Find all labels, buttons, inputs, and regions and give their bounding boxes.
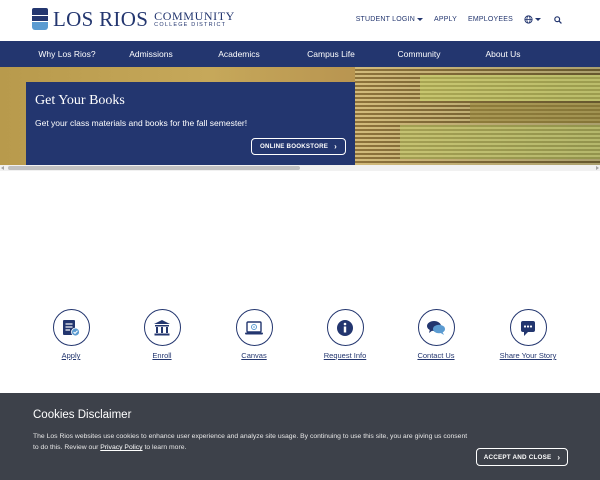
quick-link-share-your-story[interactable]: Share Your Story bbox=[488, 309, 568, 360]
hero-subtitle: Get your class materials and books for t… bbox=[35, 118, 248, 128]
quick-link-canvas[interactable]: Canvas bbox=[214, 309, 294, 360]
scroll-left-icon[interactable] bbox=[1, 166, 4, 170]
globe-icon bbox=[524, 15, 533, 24]
hero-panel: Get Your Books Get your class materials … bbox=[26, 82, 355, 165]
scroll-right-icon[interactable] bbox=[596, 166, 599, 170]
site-header: LOS RIOS COMMUNITY COLLEGE DISTRICT STUD… bbox=[0, 0, 600, 41]
site-logo[interactable]: LOS RIOS COMMUNITY COLLEGE DISTRICT bbox=[32, 8, 235, 30]
employees-link[interactable]: EMPLOYEES bbox=[468, 16, 513, 23]
nav-item-about-us[interactable]: About Us bbox=[467, 41, 539, 67]
logo-mark-icon bbox=[32, 8, 48, 30]
logo-community: COMMUNITY bbox=[154, 8, 235, 23]
hero-title: Get Your Books bbox=[35, 93, 125, 108]
institution-building-icon bbox=[154, 319, 170, 335]
search-button[interactable] bbox=[554, 15, 562, 24]
chevron-right-icon: › bbox=[334, 142, 337, 151]
caret-down-icon bbox=[535, 18, 541, 21]
quick-link-contact-us[interactable]: Contact Us bbox=[396, 309, 476, 360]
main-nav-items: Why Los Rios? Admissions Academics Campu… bbox=[0, 41, 600, 67]
student-login-dropdown[interactable]: STUDENT LOGIN bbox=[356, 16, 423, 23]
cookie-text: The Los Rios websites use cookies to enh… bbox=[33, 433, 468, 451]
caret-down-icon bbox=[416, 17, 423, 21]
utility-nav: STUDENT LOGIN APPLY EMPLOYEES bbox=[345, 15, 562, 24]
accept-and-close-button[interactable]: ACCEPT AND CLOSE › bbox=[476, 448, 568, 466]
online-bookstore-button[interactable]: ONLINE BOOKSTORE › bbox=[251, 138, 346, 155]
quick-link-label: Contact Us bbox=[417, 351, 455, 360]
privacy-policy-link[interactable]: Privacy Policy bbox=[100, 444, 142, 451]
apply-link[interactable]: APPLY bbox=[434, 16, 457, 23]
quick-link-enroll[interactable]: Enroll bbox=[122, 309, 202, 360]
quick-link-apply[interactable]: Apply bbox=[31, 309, 111, 360]
quick-link-label: Request Info bbox=[323, 351, 367, 360]
nav-item-community[interactable]: Community bbox=[382, 41, 456, 67]
nav-item-campus-life[interactable]: Campus Life bbox=[293, 41, 369, 67]
logo-wordmark: LOS RIOS bbox=[53, 7, 149, 31]
language-dropdown[interactable] bbox=[524, 15, 541, 24]
message-icon bbox=[521, 320, 535, 336]
search-icon bbox=[554, 15, 562, 24]
nav-item-why-los-rios-label[interactable]: Why Los Rios? bbox=[30, 41, 104, 67]
quick-link-label: Enroll bbox=[152, 351, 172, 360]
quick-link-request-info[interactable]: Request Info bbox=[305, 309, 385, 360]
hero-banner: Get Your Books Get your class materials … bbox=[0, 67, 600, 165]
quick-link-label: Apply bbox=[61, 351, 81, 360]
scrollbar-thumb[interactable] bbox=[8, 166, 300, 170]
quick-link-label: Canvas bbox=[241, 351, 267, 360]
horizontal-scrollbar[interactable] bbox=[0, 165, 600, 171]
logo-college-district: COLLEGE DISTRICT bbox=[154, 21, 227, 28]
nav-item-academics[interactable]: Academics bbox=[202, 41, 276, 67]
cookie-title: Cookies Disclaimer bbox=[33, 409, 132, 421]
info-icon bbox=[337, 319, 353, 336]
laptop-icon bbox=[245, 320, 263, 334]
quick-link-label: Share Your Story bbox=[499, 351, 557, 360]
application-form-icon bbox=[63, 319, 80, 336]
chevron-right-icon: › bbox=[557, 452, 561, 462]
cookie-disclaimer: Cookies Disclaimer The Los Rios websites… bbox=[0, 393, 600, 480]
chat-bubbles-icon bbox=[427, 320, 445, 335]
quick-links: Apply Enroll Canvas Request Info Contact… bbox=[0, 309, 600, 365]
nav-item-admissions[interactable]: Admissions bbox=[115, 41, 187, 67]
